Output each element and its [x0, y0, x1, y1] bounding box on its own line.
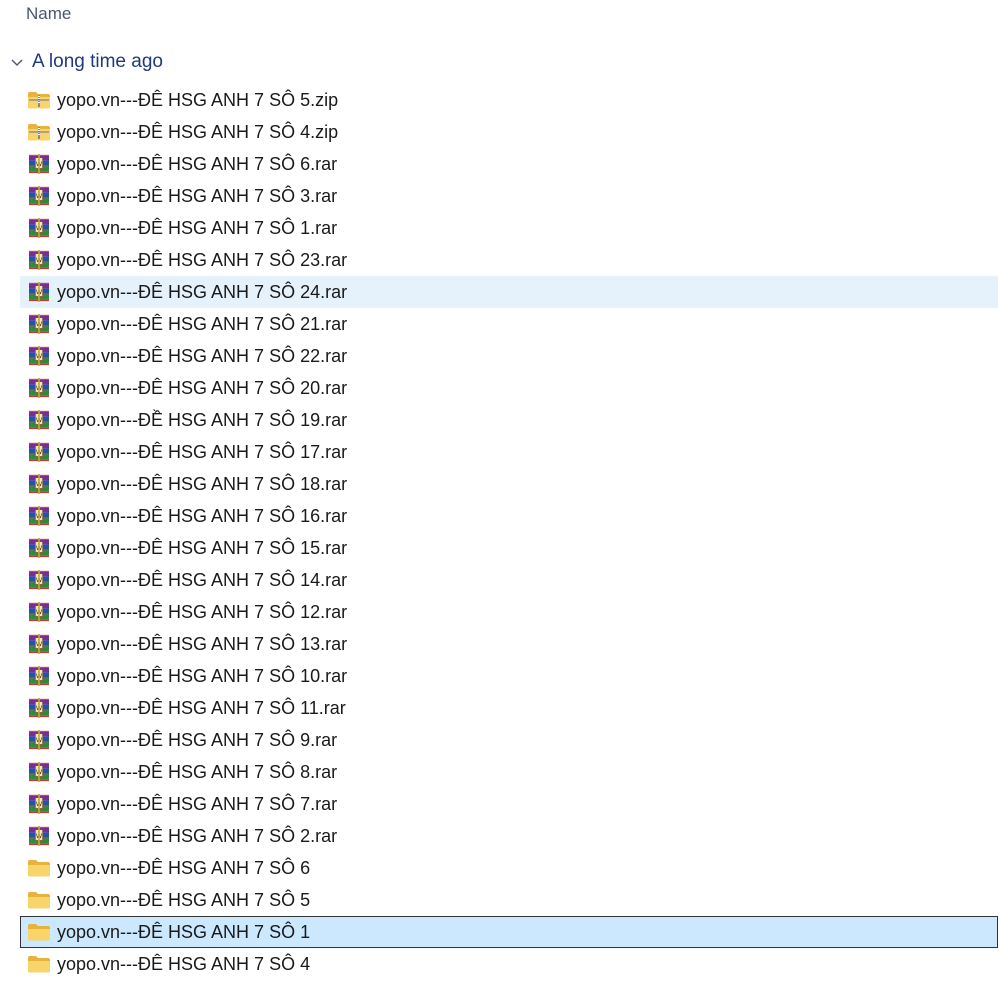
file-name: yopo.vn---ĐỀ HSG ANH 7 SÔ 19.rar	[57, 409, 348, 430]
file-row[interactable]: W yopo.vn---ĐÊ HSG ANH 7 SÔ 24.rar	[20, 276, 998, 308]
folder-icon	[28, 924, 50, 941]
folder-icon	[28, 956, 50, 973]
file-name: yopo.vn---ĐÊ HSG ANH 7 SÔ 14.rar	[57, 569, 348, 590]
winrar-archive-icon: W	[29, 826, 49, 846]
file-name: yopo.vn---ĐÊ HSG ANH 7 SÔ 22.rar	[57, 345, 348, 366]
file-name: yopo.vn---ĐÊ HSG ANH 7 SÔ 13.rar	[57, 633, 348, 654]
winrar-archive-icon: W	[29, 506, 49, 526]
group-header[interactable]: A long time ago	[8, 50, 163, 74]
winrar-archive-icon: W	[29, 218, 49, 238]
winrar-archive-icon: W	[29, 474, 49, 494]
file-name: yopo.vn---ĐÊ HSG ANH 7 SÔ 10.rar	[57, 665, 348, 686]
winrar-archive-icon: W	[29, 634, 49, 654]
winrar-archive-icon: W	[29, 186, 49, 206]
file-name: yopo.vn---ĐÊ HSG ANH 7 SÔ 5.zip	[57, 89, 339, 110]
file-name: yopo.vn---ĐÊ HSG ANH 7 SÔ 23.rar	[57, 249, 348, 270]
winrar-archive-icon: W	[29, 602, 49, 622]
file-row[interactable]: W yopo.vn---ĐÊ HSG ANH 7 SÔ 15.rar	[20, 532, 998, 564]
file-row[interactable]: yopo.vn---ĐÊ HSG ANH 7 SÔ 4.zip	[20, 116, 998, 148]
winrar-archive-icon: W	[29, 410, 49, 430]
winrar-archive-icon: W	[29, 154, 49, 174]
winrar-archive-icon: W	[29, 570, 49, 590]
file-row[interactable]: W yopo.vn---ĐÊ HSG ANH 7 SÔ 23.rar	[20, 244, 998, 276]
file-row[interactable]: W yopo.vn---ĐÊ HSG ANH 7 SÔ 20.rar	[20, 372, 998, 404]
winrar-archive-icon: W	[29, 538, 49, 558]
file-name: yopo.vn---ĐÊ HSG ANH 7 SÔ 9.rar	[57, 729, 338, 750]
file-row[interactable]: W yopo.vn---ĐÊ HSG ANH 7 SÔ 6.rar	[20, 148, 998, 180]
file-row[interactable]: yopo.vn---ĐÊ HSG ANH 7 SÔ 5.zip	[20, 84, 998, 116]
file-name: yopo.vn---ĐÊ HSG ANH 7 SÔ 15.rar	[57, 537, 348, 558]
winrar-archive-icon: W	[29, 250, 49, 270]
file-row[interactable]: W yopo.vn---ĐÊ HSG ANH 7 SÔ 9.rar	[20, 724, 998, 756]
winrar-archive-icon: W	[29, 698, 49, 718]
file-name: yopo.vn---ĐÊ HSG ANH 7 SÔ 3.rar	[57, 185, 338, 206]
file-row[interactable]: W yopo.vn---ĐÊ HSG ANH 7 SÔ 14.rar	[20, 564, 998, 596]
file-row[interactable]: W yopo.vn---ĐÊ HSG ANH 7 SÔ 8.rar	[20, 756, 998, 788]
file-name: yopo.vn---ĐÊ HSG ANH 7 SÔ 12.rar	[57, 601, 348, 622]
file-name: yopo.vn---ĐÊ HSG ANH 7 SÔ 5	[57, 889, 311, 910]
file-name: yopo.vn---ĐÊ HSG ANH 7 SÔ 8.rar	[57, 761, 338, 782]
file-name: yopo.vn---ĐÊ HSG ANH 7 SÔ 7.rar	[57, 793, 338, 814]
file-name: yopo.vn---ĐÊ HSG ANH 7 SÔ 1.rar	[57, 217, 338, 238]
file-name: yopo.vn---ĐÊ HSG ANH 7 SÔ 1	[57, 921, 311, 942]
folder-icon	[28, 860, 50, 877]
winrar-archive-icon: W	[29, 442, 49, 462]
file-row[interactable]: W yopo.vn---ĐÊ HSG ANH 7 SÔ 21.rar	[20, 308, 998, 340]
file-row[interactable]: W yopo.vn---ĐÊ HSG ANH 7 SÔ 13.rar	[20, 628, 998, 660]
winrar-archive-icon: W	[29, 730, 49, 750]
zip-folder-icon	[28, 124, 50, 141]
file-row[interactable]: W yopo.vn---ĐÊ HSG ANH 7 SÔ 1.rar	[20, 212, 998, 244]
group-label: A long time ago	[32, 51, 163, 72]
file-name: yopo.vn---ĐÊ HSG ANH 7 SÔ 4	[57, 953, 311, 974]
winrar-archive-icon: W	[29, 314, 49, 334]
file-row[interactable]: yopo.vn---ĐÊ HSG ANH 7 SÔ 5	[20, 884, 998, 916]
zip-folder-icon	[28, 92, 50, 109]
file-row[interactable]: W yopo.vn---ĐÊ HSG ANH 7 SÔ 3.rar	[20, 180, 998, 212]
winrar-archive-icon: W	[29, 762, 49, 782]
file-name: yopo.vn---ĐÊ HSG ANH 7 SÔ 20.rar	[57, 377, 348, 398]
winrar-archive-icon: W	[29, 666, 49, 686]
file-row[interactable]: W yopo.vn---ĐÊ HSG ANH 7 SÔ 16.rar	[20, 500, 998, 532]
file-name: yopo.vn---ĐÊ HSG ANH 7 SÔ 2.rar	[57, 825, 338, 846]
file-row[interactable]: W yopo.vn---ĐÊ HSG ANH 7 SÔ 10.rar	[20, 660, 998, 692]
file-name: yopo.vn---ĐÊ HSG ANH 7 SÔ 11.rar	[57, 697, 346, 718]
file-list: yopo.vn---ĐÊ HSG ANH 7 SÔ 5.zip yopo.vn-…	[20, 84, 998, 980]
file-name: yopo.vn---ĐÊ HSG ANH 7 SÔ 4.zip	[57, 121, 339, 142]
file-row[interactable]: W yopo.vn---ĐÊ HSG ANH 7 SÔ 7.rar	[20, 788, 998, 820]
file-row[interactable]: W yopo.vn---ĐỀ HSG ANH 7 SÔ 19.rar	[20, 404, 998, 436]
file-name: yopo.vn---ĐÊ HSG ANH 7 SÔ 21.rar	[57, 313, 348, 334]
chevron-down-icon[interactable]	[8, 53, 26, 71]
file-name: yopo.vn---ĐÊ HSG ANH 7 SÔ 6.rar	[57, 153, 338, 174]
column-header-name[interactable]: Name	[26, 4, 71, 24]
file-row[interactable]: yopo.vn---ĐÊ HSG ANH 7 SÔ 4	[20, 948, 998, 980]
file-row[interactable]: W yopo.vn---ĐÊ HSG ANH 7 SÔ 17.rar	[20, 436, 998, 468]
file-row[interactable]: W yopo.vn---ĐÊ HSG ANH 7 SÔ 18.rar	[20, 468, 998, 500]
file-name: yopo.vn---ĐÊ HSG ANH 7 SÔ 16.rar	[57, 505, 348, 526]
file-name: yopo.vn---ĐÊ HSG ANH 7 SÔ 17.rar	[57, 441, 348, 462]
file-row[interactable]: yopo.vn---ĐÊ HSG ANH 7 SÔ 1	[20, 916, 998, 948]
file-row[interactable]: W yopo.vn---ĐÊ HSG ANH 7 SÔ 12.rar	[20, 596, 998, 628]
file-row[interactable]: W yopo.vn---ĐÊ HSG ANH 7 SÔ 22.rar	[20, 340, 998, 372]
file-name: yopo.vn---ĐÊ HSG ANH 7 SÔ 24.rar	[57, 281, 348, 302]
file-row[interactable]: W yopo.vn---ĐÊ HSG ANH 7 SÔ 2.rar	[20, 820, 998, 852]
winrar-archive-icon: W	[29, 378, 49, 398]
file-row[interactable]: W yopo.vn---ĐÊ HSG ANH 7 SÔ 11.rar	[20, 692, 998, 724]
file-name: yopo.vn---ĐÊ HSG ANH 7 SÔ 18.rar	[57, 473, 348, 494]
file-row[interactable]: yopo.vn---ĐÊ HSG ANH 7 SÔ 6	[20, 852, 998, 884]
file-name: yopo.vn---ĐÊ HSG ANH 7 SÔ 6	[57, 857, 311, 878]
winrar-archive-icon: W	[29, 282, 49, 302]
winrar-archive-icon: W	[29, 346, 49, 366]
folder-icon	[28, 892, 50, 909]
winrar-archive-icon: W	[29, 794, 49, 814]
